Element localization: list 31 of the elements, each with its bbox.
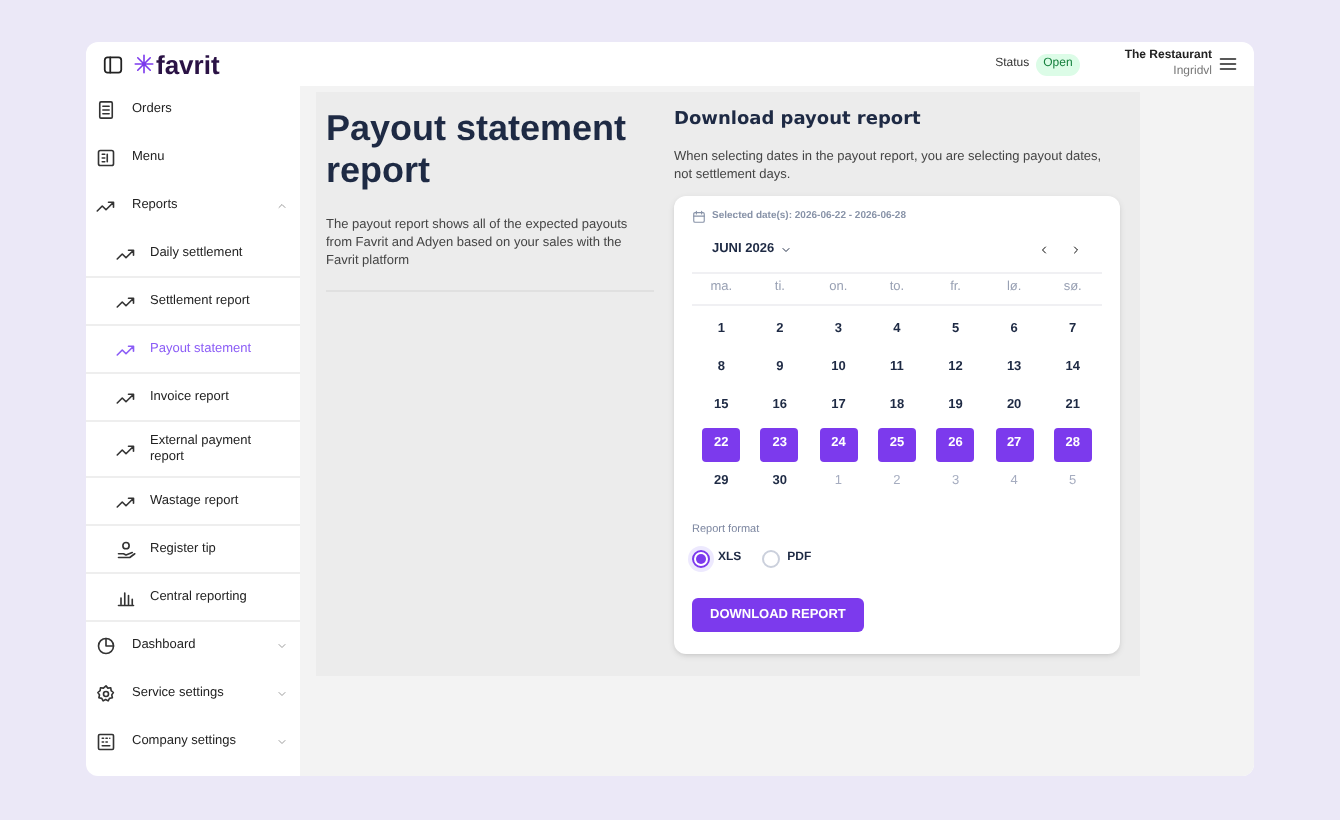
- section-title: Download payout report: [674, 108, 923, 134]
- building-icon: [96, 732, 116, 752]
- page-title: Payout statement report: [326, 108, 629, 192]
- trend-icon: [116, 243, 136, 263]
- menu-icon: [1218, 54, 1238, 74]
- chevron-left-icon: [1038, 243, 1050, 256]
- radio-button[interactable]: [692, 550, 710, 568]
- previous-month-button[interactable]: [1038, 243, 1050, 256]
- bar-chart-icon: [116, 587, 136, 607]
- chevron-down-icon: [276, 688, 288, 700]
- menu-card-icon: [96, 148, 116, 168]
- chevron-down-icon: [276, 640, 288, 652]
- next-month-button[interactable]: [1070, 243, 1082, 256]
- pie-chart-icon: [96, 636, 116, 656]
- trend-icon: [116, 339, 136, 359]
- trend-icon: [116, 387, 136, 407]
- sparkle-icon: [134, 54, 154, 74]
- calendar-icon: [692, 209, 706, 224]
- hand-coin-icon: [116, 539, 136, 559]
- sidebar-toggle-icon: [102, 53, 124, 75]
- trend-icon: [116, 291, 136, 311]
- chevron-down-icon: [780, 243, 793, 256]
- chevron-down-icon: [276, 736, 288, 748]
- document-icon: [96, 100, 116, 120]
- trend-icon: [96, 196, 116, 216]
- trend-icon: [116, 439, 136, 459]
- trend-icon: [116, 491, 136, 511]
- brand-logo: favrit: [156, 51, 220, 77]
- chevron-up-icon: [276, 200, 288, 212]
- gear-icon: [96, 684, 116, 704]
- chevron-right-icon: [1070, 243, 1082, 256]
